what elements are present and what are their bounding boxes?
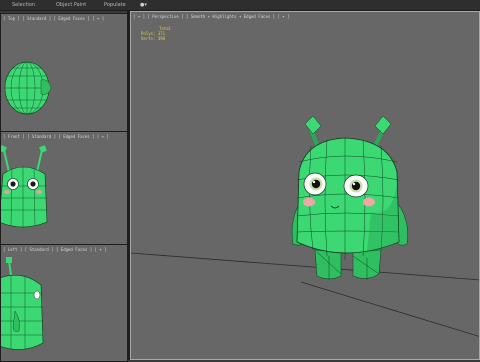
perspective-scene <box>131 115 479 337</box>
menu-bar: Selection Object Paint Populate ●▾ <box>0 0 480 11</box>
viewport-top[interactable]: [ Top ] [ Standard ] [ Edged Faces ] [ +… <box>0 13 128 132</box>
left-cheek <box>303 197 315 207</box>
home-grid <box>131 252 479 337</box>
left-view-model <box>1 257 44 350</box>
top-view-model <box>4 61 52 115</box>
display-options-icon[interactable]: ●▾ <box>140 1 147 9</box>
viewport-left[interactable]: [ Left ] [ Standard ] [ Edged Faces ] [ … <box>0 244 128 362</box>
menu-object-paint[interactable]: Object Paint <box>56 1 86 9</box>
menu-selection[interactable]: Selection <box>12 1 35 9</box>
left-eye <box>303 172 327 196</box>
right-eye <box>343 174 369 198</box>
viewport-front[interactable]: [ Front ] [ Standard ] [ Edged Faces ] [… <box>0 131 128 245</box>
right-cheek <box>363 197 375 207</box>
front-view-model <box>1 145 48 228</box>
viewport-perspective[interactable]: [ + ] [ Perspective ] [ Smooth + Highlig… <box>130 11 480 360</box>
menu-populate[interactable]: Populate <box>104 1 126 9</box>
